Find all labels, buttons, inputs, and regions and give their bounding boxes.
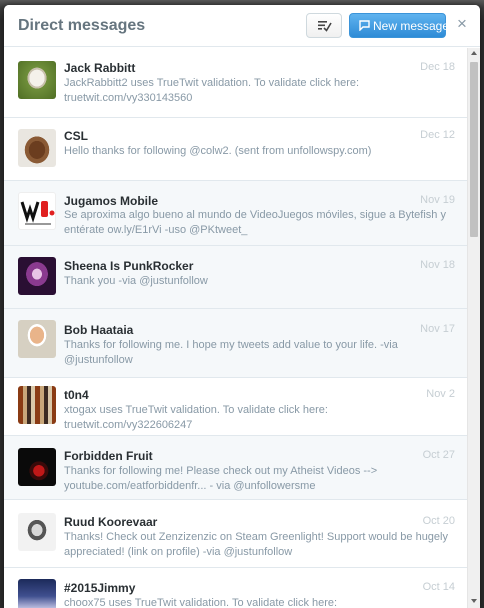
conversation-preview: Thanks! Check out Zenzizenzic on Steam G… <box>64 531 448 558</box>
conversation-row[interactable]: Jugamos Mobile Nov 19 Se aproxima algo b… <box>4 181 467 246</box>
close-icon[interactable]: × <box>454 15 470 33</box>
rabbit-photo-avatar <box>18 61 56 99</box>
conversation-row[interactable]: Forbidden Fruit Oct 27 Thanks for follow… <box>4 436 467 500</box>
conversation-name: Ruud Koorevaar <box>64 515 158 529</box>
conversation-preview: JackRabbitt2 uses TrueTwit validation. T… <box>64 77 360 104</box>
conversation-preview: Thanks for following me! Please check ou… <box>64 465 378 492</box>
conversation-date: Dec 18 <box>420 61 455 73</box>
dark-fruit-avatar <box>18 448 56 486</box>
conversation-preview: Hello thanks for following @colw2. (sent… <box>64 145 372 157</box>
conversation-preview: Thank you -via @justunfollow <box>64 275 208 287</box>
conversation-name: t0n4 <box>64 388 89 402</box>
conversation-name: #2015Jimmy <box>64 581 136 595</box>
mark-read-icon <box>318 21 332 32</box>
new-message-label: New message <box>373 19 450 33</box>
conversation-row[interactable]: Ruud Koorevaar Oct 20 Thanks! Check out … <box>4 500 467 568</box>
conversation-name: Forbidden Fruit <box>64 449 153 463</box>
message-bubble-icon <box>359 20 370 31</box>
vertical-scrollbar[interactable] <box>467 48 480 608</box>
conversation-date: Nov 18 <box>420 259 455 271</box>
jugamos-logo-avatar <box>18 192 56 230</box>
direct-messages-modal: Direct messages New message × Jack Rabbi… <box>4 5 480 608</box>
mosaic-avatar <box>18 386 56 424</box>
conversation-date: Nov 19 <box>420 194 455 206</box>
new-message-button[interactable]: New message <box>349 13 450 38</box>
conversation-date: Nov 17 <box>420 323 455 335</box>
scroll-thumb[interactable] <box>470 62 478 237</box>
conversation-row[interactable]: Bob Haataia Nov 17 Thanks for following … <box>4 309 467 378</box>
modal-header: Direct messages New message × <box>4 5 480 47</box>
conversation-row[interactable]: t0n4 Nov 2 xtogax uses TrueTwit validati… <box>4 378 467 436</box>
conversation-name: Sheena Is PunkRocker <box>64 259 194 273</box>
conversation-list: Jack Rabbitt Dec 18 JackRabbitt2 uses Tr… <box>4 48 467 608</box>
conversation-name: Bob Haataia <box>64 323 134 337</box>
conversation-preview: Se aproxima algo bueno al mundo de Video… <box>64 209 446 236</box>
conversation-date: Oct 20 <box>422 515 455 527</box>
modal-title: Direct messages <box>18 17 146 34</box>
conversation-preview: xtogax uses TrueTwit validation. To vali… <box>64 404 328 431</box>
night-city-avatar <box>18 579 56 608</box>
conversation-name: CSL <box>64 129 88 143</box>
conversation-row[interactable]: Jack Rabbitt Dec 18 JackRabbitt2 uses Tr… <box>4 48 467 118</box>
conversation-date: Oct 14 <box>422 581 455 593</box>
conversation-name: Jugamos Mobile <box>64 194 159 208</box>
conversation-name: Jack Rabbitt <box>64 61 136 75</box>
conversation-preview: choox75 uses TrueTwit validation. To val… <box>64 597 338 608</box>
conversation-date: Nov 2 <box>426 388 455 400</box>
conversation-row[interactable]: Sheena Is PunkRocker Nov 18 Thank you -v… <box>4 246 467 309</box>
sketch-face-avatar <box>18 513 56 551</box>
conversation-date: Oct 27 <box>422 449 455 461</box>
portrait-avatar <box>18 257 56 295</box>
conversation-date: Dec 12 <box>420 129 455 141</box>
conversation-row[interactable]: #2015Jimmy Oct 14 choox75 uses TrueTwit … <box>4 568 467 608</box>
horse-photo-avatar <box>18 129 56 167</box>
scroll-up-arrow-icon[interactable] <box>471 51 477 55</box>
conversation-row[interactable]: CSL Dec 12 Hello thanks for following @c… <box>4 118 467 181</box>
jugamos-logo-icon <box>20 201 55 225</box>
man-photo-avatar <box>18 320 56 358</box>
scroll-down-arrow-icon[interactable] <box>471 599 477 603</box>
mark-all-read-button[interactable] <box>306 13 342 38</box>
conversation-preview: Thanks for following me. I hope my tweet… <box>64 339 398 366</box>
